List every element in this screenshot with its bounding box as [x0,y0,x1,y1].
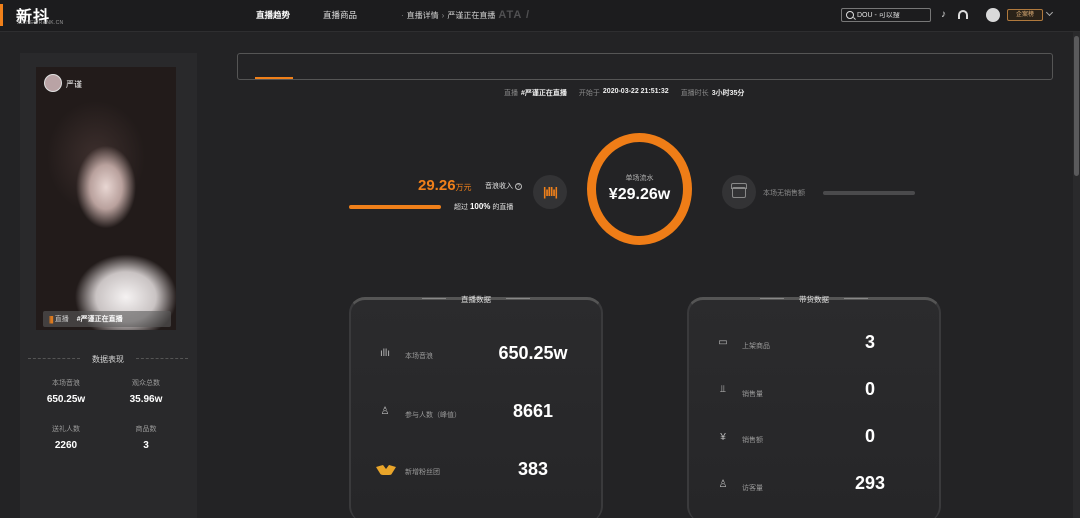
live-data-card-title: 直播数据 [422,294,530,305]
income-label-wrap: 音浪收入 ? [485,181,522,191]
income-unit: 万元 [455,183,472,192]
live-info-start-label: 开始于 [578,90,600,97]
income-progress-bar [349,205,441,209]
income-rank-suffix: 的直播 [492,204,514,211]
goods-row-label: 销售量 [742,391,763,398]
breadcrumb-separator: › [441,10,445,20]
stat-label: 送礼人数 [52,426,80,433]
goods-row-label: 访客量 [742,485,763,492]
stat-gift-senders: 送礼人数 2260 [36,424,96,451]
search-input[interactable] [857,11,927,19]
brand-accent-bar [0,4,3,26]
stat-value: 650.25w [46,394,86,405]
live-row-value: 383 [517,459,549,479]
people-icon: ♙ [380,406,390,417]
stat-total-viewers: 观众总数 35.96w [116,378,176,405]
flow-label: 单场流水 [625,175,654,182]
live-cover-image[interactable] [36,67,176,330]
scrollbar-thumb[interactable] [1074,36,1079,176]
stat-product-count: 商品数 3 [116,424,176,451]
tiktok-icon[interactable]: ♪ [941,9,946,20]
live-info-live-value: #严谨正在直播 [521,90,567,97]
live-row-value: 650.25w [498,343,568,363]
anchor-avatar[interactable] [44,74,62,92]
chart-icon: ⫫ [720,384,726,395]
goods-row-value: 0 [864,426,875,446]
yen-icon: ¥ [720,432,726,443]
live-label: 直播 [54,316,69,323]
sound-wave-icon: ıllı [380,348,390,359]
tab-live-trend[interactable]: 直播趋势 [256,9,290,21]
shop-icon [731,183,747,198]
breadcrumb-ghost-text: ATA / [498,9,531,21]
sound-wave-icon: |ıllı| [533,175,567,209]
breadcrumb-item-live-detail[interactable]: 直播详情 [407,10,439,21]
breadcrumb-dot: · [401,10,404,20]
live-info-duration-label: 直播时长 [680,90,709,97]
stat-value: 35.96w [129,394,163,405]
stat-value: 3 [143,440,149,451]
tab-active-indicator [255,77,293,79]
goods-row-value: 293 [854,473,886,493]
live-topic: #严谨正在直播 [76,316,123,323]
logo-subtitle: XD.NEWRANK.CN [17,20,64,26]
sales-progress-bar [823,191,915,195]
visitor-icon: ♙ [718,479,728,490]
shop-icon: ▭ [718,337,728,348]
anchor-name: 严谨 [66,80,82,89]
search-icon [846,11,854,19]
live-info-live-label: 直播 [504,90,518,97]
stat-label: 观众总数 [132,380,160,387]
search-box[interactable] [841,8,931,22]
live-info-line: 直播 #严谨正在直播 开始于 2020-03-22 21:51:32 直播时长 … [504,88,756,98]
breadcrumb-item-current: 严谨正在直播 [447,10,496,20]
goods-row-label: 销售额 [742,437,763,444]
tab-live-products[interactable]: 直播商品 [323,9,357,21]
breadcrumb: · 直播详情 › 严谨正在直播 ATA / [398,9,530,21]
no-sales-label: 本场无销售额 [763,190,805,197]
live-row-label: 本场音浪 [405,353,433,360]
headset-icon[interactable] [958,10,968,19]
stat-label: 本场音浪 [52,380,80,387]
income-rank-value: 100% [469,202,491,211]
live-topic-tag: ||| 直播 #严谨正在直播 [43,311,171,327]
goods-row-value: 0 [864,379,875,399]
live-bars-icon: ||| [49,314,54,324]
goods-row-label: 上架商品 [742,343,770,350]
live-info-start-value: 2020-03-22 21:51:32 [602,88,669,95]
live-row-label: 参与人数（峰值） [405,412,461,419]
live-info-duration-value: 3小时35分 [711,90,745,97]
live-row-label: 新增粉丝团 [405,469,440,476]
stats-section-title: 数据表现 [26,354,190,365]
info-icon[interactable]: ? [514,183,522,190]
stat-total-sound: 本场音浪 650.25w [36,378,96,405]
income-value: 29.26万元 [418,177,472,194]
income-rank: 超过 100% 的直播 [454,202,513,212]
stat-value: 2260 [54,440,78,451]
income-rank-prefix: 超过 [454,204,468,211]
goods-row-value: 3 [864,332,875,352]
income-number: 29.26 [418,177,456,194]
live-row-value: 8661 [512,401,554,421]
stat-label: 商品数 [135,426,157,433]
tab-bar [237,53,1053,80]
user-avatar[interactable] [986,8,1000,22]
income-label: 音浪收入 [485,183,513,190]
plan-badge[interactable]: 企案榜 [1007,9,1043,21]
goods-data-card-title: 带货数据 [760,294,868,305]
flow-value: ¥29.26w [608,186,671,203]
